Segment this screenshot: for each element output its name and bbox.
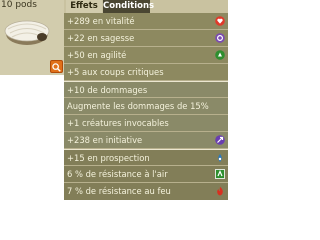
- item-panel: 10 pods: [0, 0, 64, 75]
- tab-conditions[interactable]: Conditions: [103, 0, 154, 13]
- effect-row-summons: +1 créatures invocables: [64, 115, 228, 132]
- effect-label: +10 de dommages: [67, 85, 148, 95]
- tab-effets[interactable]: Effets: [66, 0, 102, 13]
- air-resistance-icon: [215, 169, 225, 179]
- search-button[interactable]: [50, 60, 63, 73]
- effect-label: 6 % de résistance à l'air: [67, 169, 168, 179]
- effect-label: +15 en prospection: [67, 153, 150, 163]
- effect-row-critical: +5 aux coups critiques: [64, 64, 228, 81]
- tab-bar: Effets Conditions: [64, 0, 228, 13]
- effect-row-prospecting: +15 en prospection: [64, 149, 228, 166]
- effect-row-wisdom: +22 en sagesse: [64, 30, 228, 47]
- effect-row-initiative: +238 en initiative: [64, 132, 228, 149]
- item-weight: 10 pods: [1, 0, 37, 10]
- fire-resistance-icon: [215, 186, 225, 196]
- effect-label: 7 % de résistance au feu: [67, 186, 171, 196]
- effect-label: +22 en sagesse: [67, 33, 135, 43]
- effect-row-damage-percent: Augmente les dommages de 15%: [64, 98, 228, 115]
- effect-label: Augmente les dommages de 15%: [67, 101, 209, 111]
- effect-label: +289 en vitalité: [67, 16, 135, 26]
- effect-row-agility: +50 en agilité: [64, 47, 228, 64]
- effect-row-damage: +10 de dommages: [64, 81, 228, 98]
- effect-label: +5 aux coups critiques: [67, 67, 164, 77]
- initiative-icon: [215, 135, 225, 145]
- vitality-heart-icon: [215, 16, 225, 26]
- shell-item-icon: [2, 14, 52, 54]
- effects-list: +289 en vitalité +22 en sagesse +50 en a…: [64, 13, 228, 200]
- agility-icon: [215, 50, 225, 60]
- effect-label: +50 en agilité: [67, 50, 127, 60]
- effect-row-fire-resistance: 7 % de résistance au feu: [64, 183, 228, 200]
- magnifier-icon: [52, 57, 61, 76]
- effect-row-air-resistance: 6 % de résistance à l'air: [64, 166, 228, 183]
- prospecting-icon: [215, 153, 225, 163]
- effect-label: +1 créatures invocables: [67, 118, 169, 128]
- effect-label: +238 en initiative: [67, 135, 143, 145]
- effect-row-vitality: +289 en vitalité: [64, 13, 228, 30]
- wisdom-icon: [215, 33, 225, 43]
